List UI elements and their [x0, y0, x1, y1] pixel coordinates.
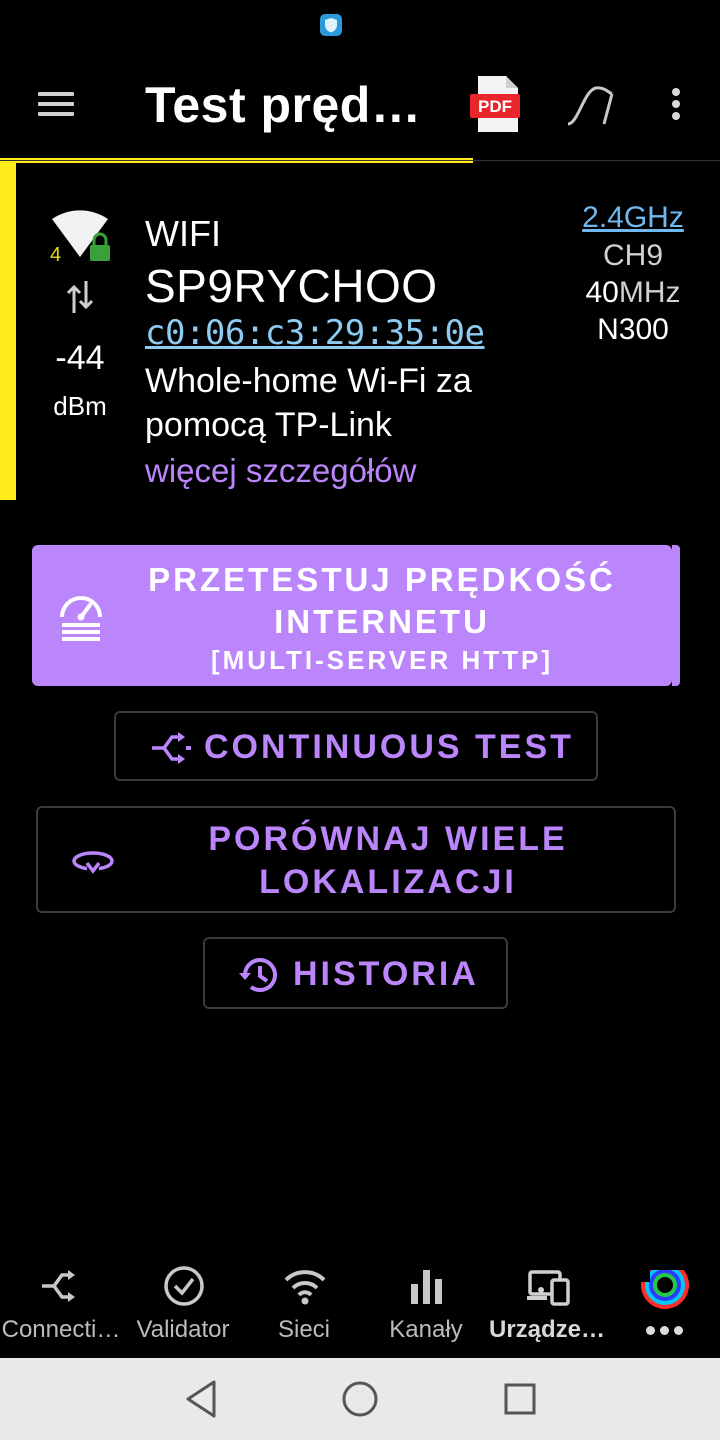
recents-icon[interactable] [497, 1376, 543, 1422]
rssi-unit: dBm [53, 391, 107, 421]
app-bar: Test pręd… PDF [0, 50, 720, 160]
nav-label: Validator [136, 1316, 230, 1343]
system-navigation-bar [0, 1358, 720, 1440]
nav-item-devices[interactable]: Urządze… [486, 1256, 608, 1356]
channel-width: 40MHz [560, 276, 706, 310]
more-dots-icon [646, 1326, 686, 1336]
nav-label: Connecti… [1, 1316, 121, 1343]
history-icon [239, 958, 277, 992]
transfer-icon [66, 281, 94, 313]
nav-item-networks[interactable]: Sieci [243, 1256, 365, 1356]
nav-more-button[interactable] [618, 1256, 710, 1356]
history-label: HISTORIA [293, 955, 479, 993]
vendor-name: Whole-home Wi-Fi za pomocą TP-Link [145, 362, 472, 444]
curve-icon[interactable] [564, 80, 620, 130]
rainbow-icon [640, 1260, 690, 1309]
shuffle-icon [152, 732, 191, 764]
overflow-menu-icon[interactable] [660, 84, 692, 124]
bar-chart-icon [411, 1270, 442, 1304]
wifi-standard: N300 [597, 313, 669, 346]
home-icon[interactable] [337, 1376, 383, 1422]
compare-locations-button[interactable]: PORÓWNAJ WIELE LOKALIZACJI [36, 806, 676, 913]
status-bar [0, 0, 720, 50]
wifi-card: 4 -44 dBm WIFI SP9RYCHOO c0:06:c3:29:35:… [0, 163, 720, 500]
nav-item-validator[interactable]: Validator [122, 1256, 244, 1356]
menu-icon[interactable] [34, 86, 78, 122]
ssid: SP9RYCHOO [145, 260, 438, 312]
more-details-link[interactable]: więcej szczegółów [145, 452, 416, 490]
signal-level-label: 4 [50, 244, 61, 266]
nav-item-connection[interactable]: Connecti… [0, 1256, 122, 1356]
band-link[interactable]: 2.4GHz [560, 201, 706, 235]
speedtest-sublabel: [MULTI-SERVER HTTP] [210, 645, 554, 675]
speedtest-label-line1: PRZETESTUJ PRĘDKOŚĆ [148, 561, 616, 598]
page-title: Test pręd… [145, 77, 422, 133]
nav-item-channels[interactable]: Kanały [365, 1256, 487, 1356]
network-type: WIFI [145, 213, 221, 254]
devices-icon [527, 1270, 570, 1306]
channel-width-unit: MHz [618, 276, 681, 309]
nav-label: Kanały [389, 1316, 463, 1343]
bssid-link[interactable]: c0:06:c3:29:35:0e [145, 313, 485, 353]
nav-label: Urządze… [488, 1316, 606, 1343]
history-button[interactable]: HISTORIA [203, 937, 508, 1009]
wifi-signal-icon: 4 [50, 210, 110, 266]
bottom-navigation: Connecti… Validator Sieci Kanały Urządze… [0, 1256, 720, 1358]
speedtest-label-line2: INTERNETU [274, 603, 490, 640]
nav-label: Sieci [277, 1316, 331, 1343]
back-icon[interactable] [178, 1376, 224, 1422]
speedtest-button[interactable]: PRZETESTUJ PRĘDKOŚĆ INTERNETU [MULTI-SER… [32, 545, 672, 686]
continuous-test-button[interactable]: CONTINUOUS TEST [114, 711, 598, 781]
svg-text:PDF: PDF [478, 97, 512, 116]
channel-value: CH9 [602, 239, 663, 272]
connection-icon [42, 1270, 75, 1302]
rssi-value: -44 [55, 339, 105, 377]
wifi-icon [284, 1270, 326, 1305]
card-accent [0, 163, 16, 500]
channel-width-value: 40 [585, 276, 619, 309]
speedtest-button-edge [672, 545, 680, 686]
pdf-icon[interactable]: PDF [468, 74, 524, 134]
divider [0, 160, 720, 161]
compare-locations-label: PORÓWNAJ WIELE LOKALIZACJI [208, 820, 568, 901]
shield-icon [320, 14, 342, 36]
continuous-test-label: CONTINUOUS TEST [204, 728, 574, 766]
check-circle-icon [164, 1266, 204, 1306]
